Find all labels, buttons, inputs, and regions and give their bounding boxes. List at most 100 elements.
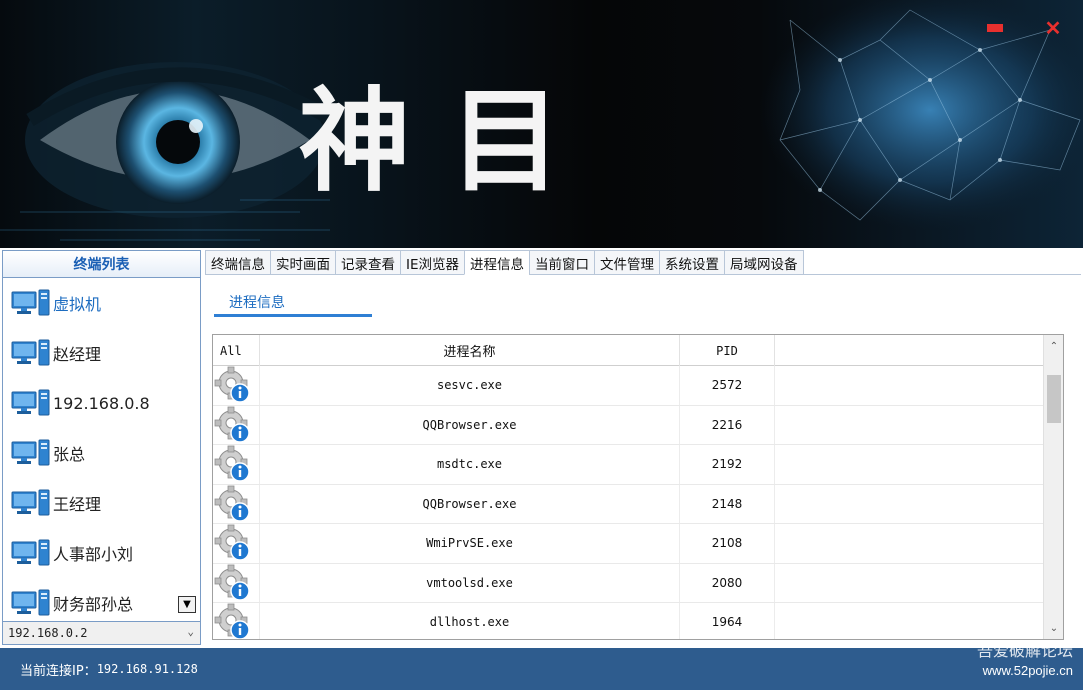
minimize-icon xyxy=(987,24,1003,32)
close-button[interactable]: ✕ xyxy=(1041,16,1065,40)
tab[interactable]: 系统设置 xyxy=(659,250,724,275)
watermark-line-1: 吾爱破解论坛 xyxy=(977,641,1073,661)
scroll-up-icon[interactable]: ⌃ xyxy=(1044,337,1064,355)
table-row[interactable]: sesvc.exe2572 xyxy=(213,366,1043,406)
computer-icon xyxy=(11,489,51,517)
process-info-icon xyxy=(213,524,260,563)
computer-icon xyxy=(11,589,51,617)
tab[interactable]: 局域网设备 xyxy=(724,250,804,275)
process-name: WmiPrvSE.exe xyxy=(260,524,680,563)
process-name: QQBrowser.exe xyxy=(260,406,680,445)
process-info-icon xyxy=(213,485,260,524)
process-pid: 1964 xyxy=(680,603,775,640)
terminal-item[interactable]: 虚拟机 xyxy=(3,278,200,328)
computer-icon xyxy=(11,439,51,467)
process-info-icon xyxy=(213,445,260,484)
vertical-scrollbar[interactable]: ⌃ ⌄ xyxy=(1043,335,1063,639)
watermark-line-2: www.52pojie.cn xyxy=(977,661,1073,681)
process-name: msdtc.exe xyxy=(260,445,680,484)
terminal-list-title: 终端列表 xyxy=(74,254,130,274)
terminal-label: 192.168.0.8 xyxy=(53,394,150,413)
section-title: 进程信息 xyxy=(229,292,285,312)
tab[interactable]: 进程信息 xyxy=(464,250,529,275)
tab[interactable]: IE浏览器 xyxy=(400,250,464,275)
row-blank xyxy=(775,406,1043,445)
scroll-thumb[interactable] xyxy=(1047,375,1061,423)
process-rows: sesvc.exe2572 QQBrowser.exe2216 msdtc.ex… xyxy=(213,366,1043,640)
minimize-button[interactable] xyxy=(983,16,1007,40)
process-pid: 2080 xyxy=(680,564,775,603)
banner-title-char-1: 神 目 xyxy=(299,76,562,207)
column-header-name[interactable]: 进程名称 xyxy=(260,335,680,366)
process-name: sesvc.exe xyxy=(260,366,680,405)
terminal-label: 张总 xyxy=(53,441,85,465)
terminal-label: 虚拟机 xyxy=(53,291,101,315)
column-header-pid[interactable]: PID xyxy=(680,335,775,366)
section-underline xyxy=(214,314,372,317)
eye-graphic xyxy=(25,62,330,218)
computer-icon xyxy=(11,339,51,367)
table-row[interactable]: dllhost.exe1964 xyxy=(213,603,1043,640)
row-blank xyxy=(775,603,1043,640)
tab[interactable]: 实时画面 xyxy=(270,250,335,275)
column-header-all[interactable]: All xyxy=(213,335,260,366)
terminal-item[interactable]: 王经理 xyxy=(3,478,200,528)
table-row[interactable]: WmiPrvSE.exe2108 xyxy=(213,524,1043,564)
process-pid: 2192 xyxy=(680,445,775,484)
process-table: All 进程名称 PID sesvc.exe2572 QQBrowser.exe… xyxy=(212,334,1064,640)
terminal-list-header: 终端列表 xyxy=(3,251,200,278)
process-pid: 2572 xyxy=(680,366,775,405)
terminal-label: 王经理 xyxy=(53,491,101,515)
process-name: dllhost.exe xyxy=(260,603,680,640)
terminal-item[interactable]: 赵经理 xyxy=(3,328,200,378)
table-row[interactable]: msdtc.exe2192 xyxy=(213,445,1043,485)
status-label: 当前连接IP： xyxy=(20,660,97,679)
process-pid: 2108 xyxy=(680,524,775,563)
banner: 神 目 ✕ xyxy=(0,0,1083,248)
list-dropdown-button[interactable]: ▼ xyxy=(178,596,196,613)
tab[interactable]: 当前窗口 xyxy=(529,250,594,275)
ip-select-value: 192.168.0.2 xyxy=(8,626,87,640)
process-pid: 2216 xyxy=(680,406,775,445)
process-table-header: All 进程名称 PID xyxy=(213,335,1043,366)
process-info-icon xyxy=(213,603,260,640)
process-info-icon xyxy=(213,564,260,603)
connected-ip: 192.168.91.128 xyxy=(97,662,198,676)
terminal-item[interactable]: 192.168.0.8 xyxy=(3,378,200,428)
scroll-down-icon[interactable]: ⌄ xyxy=(1044,619,1064,637)
terminal-label: 财务部孙总 xyxy=(53,591,133,615)
column-header-blank xyxy=(775,335,1043,366)
process-name: vmtoolsd.exe xyxy=(260,564,680,603)
row-blank xyxy=(775,524,1043,563)
table-row[interactable]: QQBrowser.exe2216 xyxy=(213,406,1043,446)
terminal-item[interactable]: 张总 xyxy=(3,428,200,478)
computer-icon xyxy=(11,289,51,317)
close-icon: ✕ xyxy=(1045,16,1062,41)
ip-select[interactable]: 192.168.0.2 ⌄ xyxy=(3,621,200,644)
terminal-item[interactable]: 财务部孙总 xyxy=(3,578,200,620)
tab[interactable]: 记录查看 xyxy=(335,250,400,275)
face-network xyxy=(760,0,1083,230)
banner-artwork: 神 目 xyxy=(0,0,1083,248)
row-blank xyxy=(775,445,1043,484)
process-info-icon xyxy=(213,366,260,405)
tab-bar: 终端信息实时画面记录查看IE浏览器进程信息当前窗口文件管理系统设置局域网设备 xyxy=(205,250,804,275)
row-blank xyxy=(775,366,1043,405)
status-bar: 当前连接IP： 192.168.91.128 xyxy=(0,648,1083,690)
watermark: 吾爱破解论坛 www.52pojie.cn xyxy=(977,641,1073,681)
table-row[interactable]: QQBrowser.exe2148 xyxy=(213,485,1043,525)
process-pid: 2148 xyxy=(680,485,775,524)
chevron-down-icon: ⌄ xyxy=(187,625,194,638)
process-name: QQBrowser.exe xyxy=(260,485,680,524)
process-info-icon xyxy=(213,406,260,445)
row-blank xyxy=(775,485,1043,524)
terminal-list-panel: 终端列表 虚拟机 赵经理 192.168.0.8 张总 王经理 人事部小刘 财务… xyxy=(2,250,201,645)
terminal-list[interactable]: 虚拟机 赵经理 192.168.0.8 张总 王经理 人事部小刘 财务部孙总 xyxy=(3,278,200,620)
terminal-label: 人事部小刘 xyxy=(53,541,133,565)
chevron-down-icon: ▼ xyxy=(183,599,191,610)
tab[interactable]: 文件管理 xyxy=(594,250,659,275)
tab[interactable]: 终端信息 xyxy=(205,250,270,275)
row-blank xyxy=(775,564,1043,603)
table-row[interactable]: vmtoolsd.exe2080 xyxy=(213,564,1043,604)
terminal-item[interactable]: 人事部小刘 xyxy=(3,528,200,578)
